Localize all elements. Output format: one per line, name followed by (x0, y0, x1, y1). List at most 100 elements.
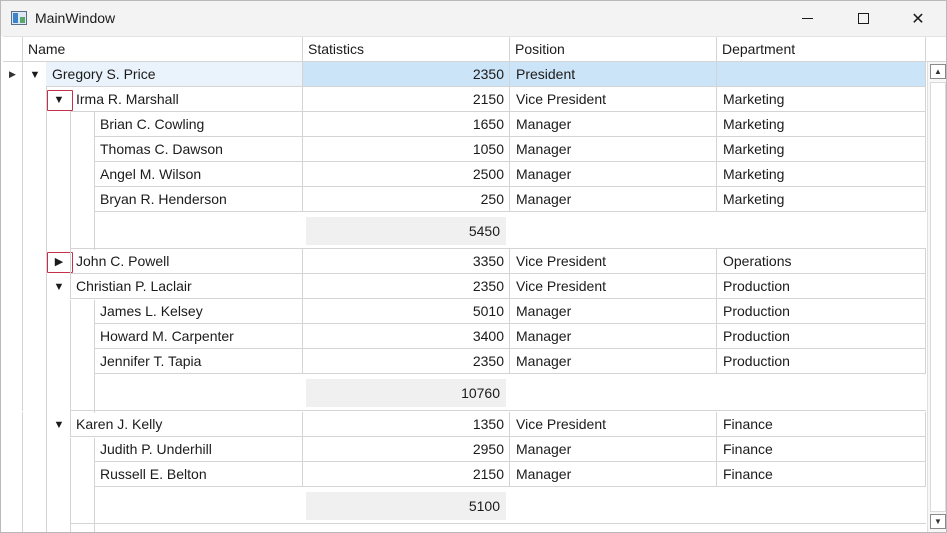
cell-name[interactable]: Bryan R. Henderson (94, 187, 302, 212)
column-header-statistics[interactable]: Statistics (302, 37, 510, 62)
app-icon (11, 11, 27, 25)
cell-position[interactable]: Vice President (510, 412, 717, 437)
cell-statistics[interactable]: 1350 (302, 412, 510, 437)
table-row[interactable]: Bryan R. Henderson 250 Manager Marketing (3, 187, 926, 212)
cell-statistics[interactable]: 3350 (302, 249, 510, 274)
cell-department[interactable]: Marketing (717, 187, 926, 212)
cell-name[interactable]: Gregory S. Price (46, 62, 302, 87)
table-row[interactable]: ▼ Karen J. Kelly 1350 Vice President Fin… (3, 412, 926, 437)
cell-statistics[interactable]: 2150 (302, 462, 510, 487)
cell-department[interactable]: Marketing (717, 162, 926, 187)
cell-name[interactable]: Angel M. Wilson (94, 162, 302, 187)
group-summary-statistics: 10760 (306, 379, 506, 407)
scrollbar-thumb[interactable] (930, 82, 946, 512)
cell-department[interactable]: Operations (717, 249, 926, 274)
cell-position[interactable]: Manager (510, 112, 717, 137)
cell-department[interactable]: Production (717, 349, 926, 374)
table-row[interactable]: Judith P. Underhill 2950 Manager Finance (3, 437, 926, 462)
cell-department[interactable]: Marketing (717, 87, 926, 112)
cell-statistics[interactable]: 2150 (302, 87, 510, 112)
title-bar[interactable]: MainWindow ✕ (1, 1, 946, 36)
group-summary-row: 5100 (3, 487, 926, 524)
row-indicator (3, 187, 23, 212)
row-indicator (3, 162, 23, 187)
group-summary-row: 10760 (3, 374, 926, 411)
expand-icon[interactable]: ▶ (47, 249, 73, 274)
cell-department[interactable]: Production (717, 324, 926, 349)
cell-position[interactable]: Vice President (510, 274, 717, 299)
table-row[interactable]: ▼ Irma R. Marshall 2150 Vice President M… (3, 87, 926, 112)
row-indicator (3, 324, 23, 349)
vertical-scrollbar[interactable]: ▲ ▼ (927, 62, 946, 532)
column-header-department[interactable]: Department (716, 37, 926, 62)
table-row[interactable]: Thomas C. Dawson 1050 Manager Marketing (3, 137, 926, 162)
cell-department[interactable]: Finance (717, 412, 926, 437)
row-indicator (3, 437, 23, 462)
cell-statistics[interactable]: 1050 (302, 137, 510, 162)
close-button[interactable]: ✕ (890, 1, 946, 36)
table-row[interactable]: Howard M. Carpenter 3400 Manager Product… (3, 324, 926, 349)
cell-position[interactable]: Manager (510, 137, 717, 162)
cell-name[interactable]: Thomas C. Dawson (94, 137, 302, 162)
table-row[interactable]: James L. Kelsey 5010 Manager Production (3, 299, 926, 324)
collapse-icon[interactable]: ▼ (23, 62, 47, 87)
cell-position[interactable]: Vice President (510, 87, 717, 112)
minimize-button[interactable] (779, 1, 835, 36)
cell-department[interactable]: Production (717, 274, 926, 299)
table-row[interactable]: ▼ Christian P. Laclair 2350 Vice Preside… (3, 274, 926, 299)
cell-statistics[interactable]: 2950 (302, 437, 510, 462)
cell-name[interactable]: Karen J. Kelly (70, 412, 302, 437)
scroll-down-icon[interactable]: ▼ (930, 514, 946, 529)
cell-position[interactable]: President (510, 62, 717, 87)
row-indicator (3, 462, 23, 487)
cell-statistics[interactable]: 2350 (302, 274, 510, 299)
table-row[interactable]: ▶ ▼ Gregory S. Price 2350 President (3, 62, 926, 87)
collapse-icon[interactable]: ▼ (47, 87, 73, 112)
cell-name[interactable]: Brian C. Cowling (94, 112, 302, 137)
cell-position[interactable]: Manager (510, 324, 717, 349)
cell-position[interactable]: Manager (510, 187, 717, 212)
collapse-icon[interactable]: ▼ (47, 274, 71, 299)
cell-statistics[interactable]: 5010 (302, 299, 510, 324)
maximize-button[interactable] (835, 1, 891, 36)
cell-name[interactable]: John C. Powell (70, 249, 302, 274)
cell-statistics[interactable]: 2500 (302, 162, 510, 187)
cell-department[interactable]: Finance (717, 437, 926, 462)
cell-department[interactable] (717, 62, 926, 87)
table-row[interactable]: Angel M. Wilson 2500 Manager Marketing (3, 162, 926, 187)
cell-statistics[interactable]: 2350 (302, 62, 510, 87)
window-title: MainWindow (35, 10, 116, 26)
cell-name[interactable]: Irma R. Marshall (70, 87, 302, 112)
cell-position[interactable]: Manager (510, 299, 717, 324)
cell-department[interactable]: Marketing (717, 112, 926, 137)
cell-name[interactable]: James L. Kelsey (94, 299, 302, 324)
cell-department[interactable]: Marketing (717, 137, 926, 162)
cell-name[interactable]: Judith P. Underhill (94, 437, 302, 462)
row-indicator (3, 249, 23, 274)
cell-position[interactable]: Manager (510, 462, 717, 487)
column-header-row: Name Statistics Position Department (3, 36, 946, 62)
cell-position[interactable]: Manager (510, 349, 717, 374)
cell-name[interactable]: Howard M. Carpenter (94, 324, 302, 349)
cell-statistics[interactable]: 3400 (302, 324, 510, 349)
table-row[interactable]: Brian C. Cowling 1650 Manager Marketing (3, 112, 926, 137)
collapse-icon[interactable]: ▼ (47, 412, 71, 437)
cell-name[interactable]: Russell E. Belton (94, 462, 302, 487)
table-row[interactable]: Russell E. Belton 2150 Manager Finance (3, 462, 926, 487)
cell-name[interactable]: Jennifer T. Tapia (94, 349, 302, 374)
table-row[interactable]: ▶ John C. Powell 3350 Vice President Ope… (3, 249, 926, 274)
scroll-up-icon[interactable]: ▲ (930, 64, 946, 79)
cell-statistics[interactable]: 250 (302, 187, 510, 212)
cell-name[interactable]: Christian P. Laclair (70, 274, 302, 299)
table-row[interactable]: Jennifer T. Tapia 2350 Manager Productio… (3, 349, 926, 374)
cell-statistics[interactable]: 2350 (302, 349, 510, 374)
cell-statistics[interactable]: 1650 (302, 112, 510, 137)
cell-position[interactable]: Manager (510, 437, 717, 462)
cell-department[interactable]: Finance (717, 462, 926, 487)
row-indicator (3, 112, 23, 137)
cell-position[interactable]: Manager (510, 162, 717, 187)
cell-department[interactable]: Production (717, 299, 926, 324)
cell-position[interactable]: Vice President (510, 249, 717, 274)
column-header-position[interactable]: Position (509, 37, 717, 62)
column-header-name[interactable]: Name (22, 37, 303, 62)
